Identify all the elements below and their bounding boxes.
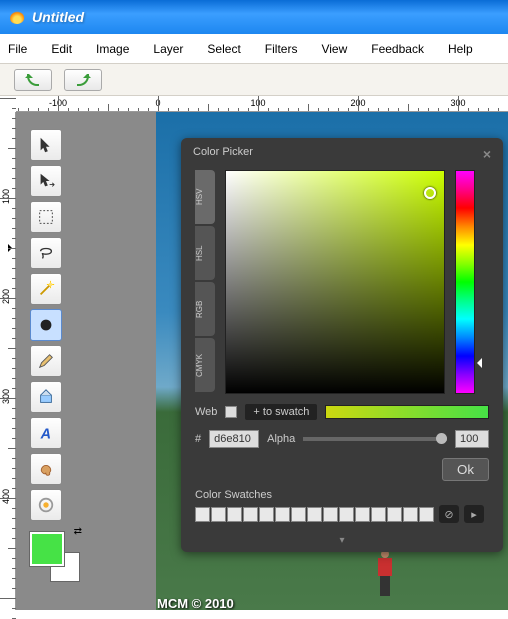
menu-feedback[interactable]: Feedback [371, 42, 424, 56]
brush-icon [37, 316, 55, 334]
color-preview [325, 405, 489, 419]
menu-view[interactable]: View [321, 42, 347, 56]
web-label: Web [195, 406, 217, 418]
swatch-slot[interactable] [227, 507, 242, 522]
canvas-area[interactable]: MCM © 2010 A ⇄ Color Picker × HSV HSL RG… [16, 112, 508, 610]
tool-brush[interactable] [30, 309, 62, 341]
hex-input[interactable] [209, 430, 259, 448]
swatch-slot[interactable] [403, 507, 418, 522]
undo-icon [27, 74, 39, 86]
hex-prefix: # [195, 433, 201, 445]
color-swatch-selector[interactable]: ⇄ [30, 532, 80, 582]
sv-cursor[interactable] [424, 187, 436, 199]
svg-text:A: A [40, 426, 51, 442]
tool-fill[interactable] [30, 381, 62, 413]
saturation-value-field[interactable] [225, 170, 445, 394]
menu-help[interactable]: Help [448, 42, 473, 56]
next-swatches-button[interactable]: ▸ [464, 505, 484, 523]
alpha-thumb[interactable] [436, 433, 447, 444]
tab-cmyk[interactable]: CMYK [195, 338, 215, 392]
add-to-swatch-button[interactable]: + to swatch [245, 404, 317, 420]
clear-swatches-button[interactable]: ⊘ [439, 505, 459, 523]
menu-filters[interactable]: Filters [265, 42, 298, 56]
web-safe-checkbox[interactable] [225, 406, 237, 418]
swatch-slot[interactable] [291, 507, 306, 522]
ruler-horizontal: -1000100200300 [16, 96, 508, 112]
wand-icon [37, 280, 55, 298]
ruler-vertical: 100200300400 [0, 112, 16, 610]
toolbox: A [30, 129, 68, 521]
tool-smudge[interactable] [30, 453, 62, 485]
tool-lasso[interactable] [30, 237, 62, 269]
menu-edit[interactable]: Edit [51, 42, 72, 56]
pencil-icon [37, 352, 55, 370]
menu-file[interactable]: File [8, 42, 27, 56]
swatches-list: ⊘▸ [195, 505, 489, 523]
redo-icon [77, 74, 89, 86]
redo-button[interactable] [64, 69, 102, 91]
tool-picker[interactable] [30, 489, 62, 521]
move-icon [37, 172, 55, 190]
swatch-slot[interactable] [259, 507, 274, 522]
swatch-slot[interactable] [195, 507, 210, 522]
canvas-figure [376, 550, 394, 600]
marquee-icon [37, 208, 55, 226]
picker-resize-handle[interactable]: ▾ [181, 531, 503, 552]
fill-icon [37, 388, 55, 406]
swatch-slot[interactable] [339, 507, 354, 522]
pointer-icon [37, 136, 55, 154]
swatches-label: Color Swatches [195, 489, 489, 501]
swatch-slot[interactable] [355, 507, 370, 522]
swatch-slot[interactable] [419, 507, 434, 522]
color-picker-dialog: Color Picker × HSV HSL RGB CMYK [181, 138, 503, 552]
alpha-input[interactable] [455, 430, 489, 448]
tool-wand[interactable] [30, 273, 62, 305]
swatch-slot[interactable] [275, 507, 290, 522]
hue-slider[interactable] [455, 170, 475, 394]
picker-icon [37, 496, 55, 514]
window-title: Untitled [32, 9, 84, 25]
swatch-slot[interactable] [307, 507, 322, 522]
picker-title: Color Picker [193, 146, 253, 162]
tab-rgb[interactable]: RGB [195, 282, 215, 336]
tool-text[interactable]: A [30, 417, 62, 449]
tab-hsv[interactable]: HSV [195, 170, 215, 224]
workspace: 100200300400 MCM © 2010 A ⇄ Color Picker… [0, 112, 508, 610]
ok-button[interactable]: Ok [442, 458, 489, 481]
smudge-icon [37, 460, 55, 478]
color-mode-tabs: HSV HSL RGB CMYK [195, 170, 215, 394]
tool-marquee[interactable] [30, 201, 62, 233]
swap-colors-icon[interactable]: ⇄ [74, 526, 82, 537]
hue-cursor[interactable] [472, 358, 482, 368]
menu-bar: File Edit Image Layer Select Filters Vie… [0, 34, 508, 64]
toolbar [0, 64, 508, 96]
tool-move[interactable] [30, 165, 62, 197]
title-bar: Untitled [0, 0, 508, 34]
lasso-icon [37, 244, 55, 262]
tool-pencil[interactable] [30, 345, 62, 377]
swatch-slot[interactable] [387, 507, 402, 522]
app-icon [9, 9, 24, 24]
alpha-slider[interactable] [303, 437, 447, 441]
tool-pointer[interactable] [30, 129, 62, 161]
swatch-slot[interactable] [243, 507, 258, 522]
swatch-slot[interactable] [211, 507, 226, 522]
text-icon: A [37, 424, 55, 442]
foreground-color-swatch[interactable] [30, 532, 64, 566]
canvas-copyright: MCM © 2010 [156, 595, 235, 610]
menu-select[interactable]: Select [207, 42, 240, 56]
close-icon[interactable]: × [483, 146, 491, 162]
alpha-label: Alpha [267, 433, 295, 445]
tab-hsl[interactable]: HSL [195, 226, 215, 280]
swatch-slot[interactable] [371, 507, 386, 522]
menu-image[interactable]: Image [96, 42, 129, 56]
undo-button[interactable] [14, 69, 52, 91]
menu-layer[interactable]: Layer [153, 42, 183, 56]
swatch-slot[interactable] [323, 507, 338, 522]
